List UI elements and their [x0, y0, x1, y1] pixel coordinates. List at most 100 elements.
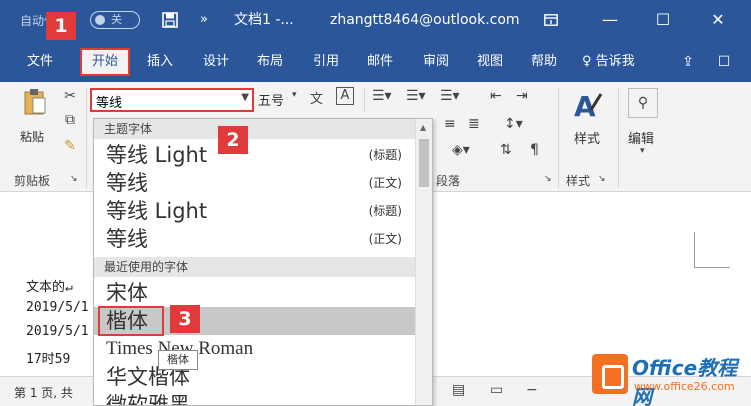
- divider: [364, 88, 365, 112]
- styles-button[interactable]: 样式: [574, 128, 600, 147]
- ribbon-tabs: 文件 开始 插入 设计 布局 引用 邮件 审阅 视图 帮助 ♀ 告诉我 ⇪ ☐: [0, 40, 751, 82]
- highlight-box: [98, 306, 164, 336]
- font-option[interactable]: 宋体: [94, 279, 416, 307]
- styles-icon[interactable]: A: [570, 88, 606, 124]
- decrease-indent-icon[interactable]: ⇤: [490, 88, 502, 104]
- font-option-tag: (标题): [368, 148, 402, 162]
- chevron-down-icon[interactable]: ▾: [292, 90, 297, 100]
- account-name[interactable]: zhangtt8464@outlook.com: [330, 0, 520, 40]
- dropdown-scrollbar[interactable]: ▲: [415, 119, 432, 405]
- tab-references[interactable]: 引用: [306, 48, 346, 76]
- doc-line: 2019/5/1: [26, 300, 89, 315]
- bullets-icon[interactable]: ☰▾: [372, 88, 392, 104]
- tab-home[interactable]: 开始: [80, 48, 130, 76]
- lightbulb-icon: ♀: [582, 54, 592, 69]
- tab-file[interactable]: 文件: [18, 48, 62, 76]
- numbering-icon[interactable]: ☰▾: [406, 88, 426, 104]
- tab-layout[interactable]: 布局: [250, 48, 290, 76]
- watermark: Office教程网 www.office26.com: [592, 352, 750, 406]
- tab-insert[interactable]: 插入: [140, 48, 180, 76]
- chevron-down-icon[interactable]: ▼: [241, 92, 249, 103]
- paragraph-group-label: 段落: [436, 174, 461, 188]
- font-option[interactable]: 微软雅黑: [94, 391, 416, 406]
- font-option-tag: (正文): [368, 232, 402, 246]
- phonetic-guide-icon[interactable]: 文: [310, 88, 323, 107]
- font-option-name: 等线 Light: [106, 199, 208, 223]
- sort-icon[interactable]: ⇅: [500, 142, 512, 158]
- ribbon-display-icon[interactable]: [544, 0, 558, 40]
- font-option[interactable]: 等线 Light (标题): [94, 141, 416, 169]
- styles-group-label: 样式: [566, 174, 591, 188]
- tell-me[interactable]: ♀ 告诉我: [582, 48, 635, 76]
- step-badge-1: 1: [46, 12, 76, 40]
- scroll-up-icon[interactable]: ▲: [420, 123, 426, 132]
- maximize-button[interactable]: ☐: [643, 0, 683, 40]
- step-badge-2: 2: [218, 126, 248, 154]
- share-icon[interactable]: ⇪: [676, 48, 700, 76]
- read-mode-icon[interactable]: ▤: [452, 382, 465, 398]
- font-option[interactable]: 华文楷体: [94, 363, 416, 391]
- doc-line: 文本的↵: [26, 280, 73, 295]
- increase-indent-icon[interactable]: ⇥: [516, 88, 528, 104]
- watermark-url: www.office26.com: [634, 380, 735, 393]
- clipboard-launcher-icon[interactable]: ↘: [70, 174, 78, 184]
- font-name-combobox[interactable]: 等线 ▼: [90, 88, 254, 112]
- print-layout-icon[interactable]: ▭: [490, 382, 503, 398]
- paste-label[interactable]: 粘贴: [20, 128, 44, 145]
- scrollbar-thumb[interactable]: [419, 139, 429, 187]
- font-name-value: 等线: [96, 96, 123, 111]
- font-option[interactable]: 等线 (正文): [94, 225, 416, 253]
- copy-icon[interactable]: ⧉: [62, 112, 78, 128]
- clipboard-group-label: 剪贴板: [14, 174, 51, 188]
- font-option-name: 宋体: [106, 281, 148, 305]
- editing-button[interactable]: 编辑: [628, 128, 654, 147]
- comments-icon[interactable]: ☐: [712, 48, 736, 76]
- theme-fonts-header: 主题字体: [94, 119, 416, 139]
- chevron-down-icon[interactable]: ▾: [640, 146, 645, 156]
- paragraph-launcher-icon[interactable]: ↘: [544, 174, 552, 184]
- font-option-tag: (标题): [368, 204, 402, 218]
- font-option-name: 微软雅黑: [106, 393, 190, 406]
- tab-view[interactable]: 视图: [470, 48, 510, 76]
- font-option-name: 等线 Light: [106, 143, 208, 167]
- save-icon[interactable]: [162, 0, 178, 40]
- office-logo-icon: [592, 354, 628, 394]
- divider: [86, 88, 87, 188]
- cut-icon[interactable]: ✂: [62, 88, 78, 104]
- close-button[interactable]: ✕: [698, 0, 738, 40]
- watermark-title: Office教程网: [632, 356, 738, 406]
- more-commands-icon[interactable]: »: [200, 0, 208, 40]
- page-info[interactable]: 第 1 页, 共: [14, 384, 73, 401]
- tab-mailings[interactable]: 邮件: [360, 48, 400, 76]
- font-dropdown: 主题字体 等线 Light (标题) 等线 (正文) 等线 Light (标题)…: [93, 118, 433, 406]
- align-right-icon[interactable]: ≣: [468, 116, 480, 132]
- tab-help[interactable]: 帮助: [524, 48, 564, 76]
- show-marks-icon[interactable]: ¶: [530, 142, 539, 158]
- line-spacing-icon[interactable]: ↕▾: [504, 116, 523, 132]
- font-option[interactable]: 等线 (正文): [94, 169, 416, 197]
- multilevel-list-icon[interactable]: ☰▾: [440, 88, 460, 104]
- step-badge-3: 3: [170, 305, 200, 333]
- styles-launcher-icon[interactable]: ↘: [598, 174, 606, 184]
- crop-mark: [694, 232, 730, 268]
- tab-review[interactable]: 审阅: [416, 48, 456, 76]
- format-painter-icon[interactable]: ✎: [62, 138, 78, 154]
- character-border-icon[interactable]: A: [336, 87, 354, 105]
- font-option[interactable]: Times New Roman: [94, 335, 416, 363]
- paste-icon[interactable]: [22, 88, 48, 116]
- divider: [618, 88, 619, 188]
- font-size-select[interactable]: 五号: [258, 90, 284, 109]
- find-icon[interactable]: ⚲: [628, 88, 658, 118]
- font-option[interactable]: 等线 Light (标题): [94, 197, 416, 225]
- autosave-toggle[interactable]: 关: [90, 11, 140, 29]
- tab-design[interactable]: 设计: [196, 48, 236, 76]
- shading-icon[interactable]: ◈▾: [452, 142, 470, 158]
- zoom-out-icon[interactable]: −: [526, 382, 538, 398]
- align-center-icon[interactable]: ≡: [444, 116, 456, 132]
- tell-me-label: 告诉我: [595, 54, 635, 69]
- doc-line: 2019/5/1: [26, 324, 89, 339]
- font-option-tag: (正文): [368, 176, 402, 190]
- font-option-name: 等线: [106, 171, 148, 195]
- document-title: 文档1 -...: [234, 12, 294, 28]
- minimize-button[interactable]: —: [590, 0, 630, 40]
